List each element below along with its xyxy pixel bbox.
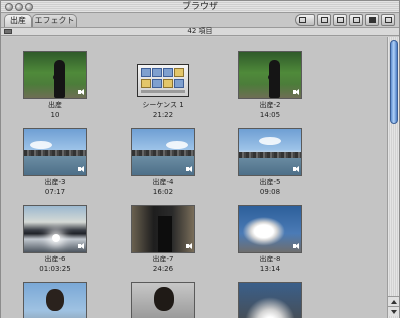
tab-birth[interactable]: 出産	[4, 14, 32, 27]
clip-name[interactable]: 出産-8	[225, 255, 315, 264]
speaker-icon	[186, 166, 192, 172]
clip-thumbnail[interactable]	[23, 282, 87, 318]
sequence-icon[interactable]	[137, 64, 189, 97]
clip-name[interactable]: 出産	[10, 101, 100, 110]
speaker-icon	[186, 243, 192, 249]
clip-duration: 13:14	[259, 265, 281, 273]
speaker-icon	[78, 243, 84, 249]
clip-thumbnail[interactable]	[238, 282, 302, 318]
icon-view-icon[interactable]	[349, 14, 363, 26]
window-title: ブラウザ	[181, 2, 218, 12]
speaker-icon	[78, 166, 84, 172]
clip-name[interactable]: 出産-6	[10, 255, 100, 264]
clip-thumbnail[interactable]	[238, 128, 302, 176]
title-bar[interactable]: ブラウザ	[1, 1, 399, 13]
status-bar: 42 項目	[1, 27, 399, 36]
column-view-icon[interactable]	[333, 14, 347, 26]
clip-name[interactable]: 出産-7	[118, 255, 208, 264]
clip-thumbnail[interactable]	[23, 51, 87, 99]
clip-duration: 10	[50, 111, 60, 119]
clip-duration: 16:02	[152, 188, 174, 196]
clip-thumbnail[interactable]	[131, 205, 195, 253]
item-count: 42 項目	[187, 27, 213, 35]
clip-thumbnail[interactable]	[23, 205, 87, 253]
clip-duration: 09:08	[259, 188, 281, 196]
clip-duration: 14:05	[259, 111, 281, 119]
speaker-icon	[293, 166, 299, 172]
clip-thumbnail[interactable]	[131, 128, 195, 176]
clip-thumbnail[interactable]	[238, 51, 302, 99]
scrollbar-thumb[interactable]	[390, 40, 398, 124]
clip-thumbnail[interactable]	[23, 128, 87, 176]
toolbar: 出産 エフェクト	[1, 13, 399, 27]
view-toggle-icon[interactable]	[295, 14, 315, 26]
clip-name[interactable]: 出産-5	[225, 178, 315, 187]
extra-large-icon-view-icon[interactable]	[381, 14, 395, 26]
scroll-up-arrow-icon[interactable]	[388, 296, 399, 306]
scroll-down-arrow-icon[interactable]	[388, 306, 399, 316]
clip-name[interactable]: 出産-2	[225, 101, 315, 110]
speaker-icon	[293, 89, 299, 95]
speaker-icon	[293, 243, 299, 249]
tab-effects[interactable]: エフェクト	[32, 14, 77, 27]
clip-duration: 01:03:25	[39, 265, 71, 273]
clip-grid: 出産 10 シーケンス 1 21:22 出産-2 14:05 出産-3 07:1…	[1, 37, 387, 318]
speaker-icon	[78, 89, 84, 95]
clip-duration: 07:17	[44, 188, 66, 196]
clip-name[interactable]: 出産-4	[118, 178, 208, 187]
clip-duration: 24:26	[152, 265, 174, 273]
large-icon-view-icon[interactable]	[365, 14, 379, 26]
list-view-icon[interactable]	[317, 14, 331, 26]
clip-thumbnail[interactable]	[238, 205, 302, 253]
clip-name[interactable]: 出産-3	[10, 178, 100, 187]
browser-window: ブラウザ 出産 エフェクト 42 項目 出産 10 シーケンス 1 21:22 …	[0, 0, 400, 318]
clip-thumbnail[interactable]	[131, 282, 195, 318]
clip-duration: 21:22	[152, 111, 174, 119]
vertical-scrollbar[interactable]	[387, 37, 399, 318]
clip-name[interactable]: シーケンス 1	[118, 101, 208, 110]
view-buttons	[295, 14, 395, 26]
